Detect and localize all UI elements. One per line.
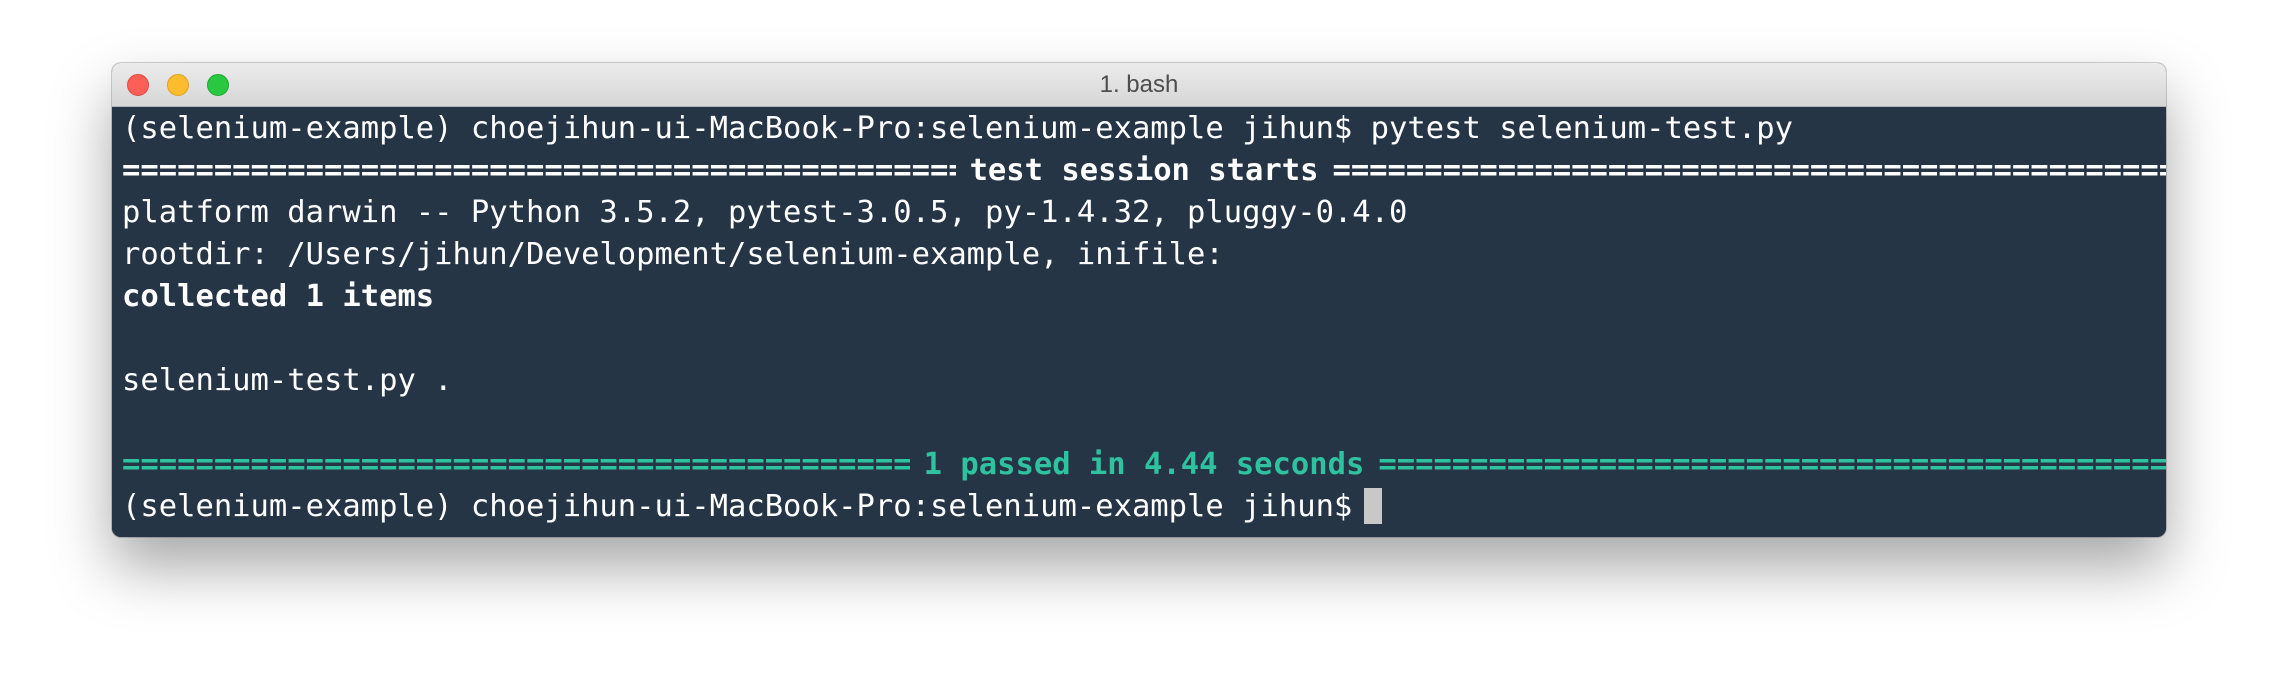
session-separator-label: test session starts — [969, 153, 1319, 188]
prompt-line[interactable]: (selenium-example) choejihun-ui-MacBook-… — [122, 487, 1383, 527]
collected-line: collected 1 items — [122, 279, 435, 314]
separator-right: ========================================… — [1332, 153, 2166, 188]
separator-right: ========================================… — [1378, 447, 2166, 482]
title-bar[interactable]: 1. bash — [112, 63, 2166, 107]
terminal-output[interactable]: (selenium-example) choejihun-ui-MacBook-… — [112, 107, 2166, 537]
session-separator: ========================================… — [122, 151, 2166, 191]
terminal-window: 1. bash (selenium-example) choejihun-ui-… — [112, 63, 2166, 537]
text-cursor — [1364, 487, 1383, 524]
rootdir-line: rootdir: /Users/jihun/Development/seleni… — [122, 237, 1224, 272]
command-line: (selenium-example) choejihun-ui-MacBook-… — [122, 111, 1793, 146]
summary-separator: ========================================… — [122, 445, 2166, 485]
platform-line: platform darwin -- Python 3.5.2, pytest-… — [122, 195, 1408, 230]
separator-left: ========================================… — [122, 447, 910, 482]
summary-separator-label: 1 passed in 4.44 seconds — [923, 447, 1365, 482]
window-title: 1. bash — [1099, 71, 1179, 98]
prompt-text: (selenium-example) choejihun-ui-MacBook-… — [122, 489, 1353, 524]
test-result-line: selenium-test.py . — [122, 363, 453, 398]
separator-left: ========================================… — [122, 153, 956, 188]
